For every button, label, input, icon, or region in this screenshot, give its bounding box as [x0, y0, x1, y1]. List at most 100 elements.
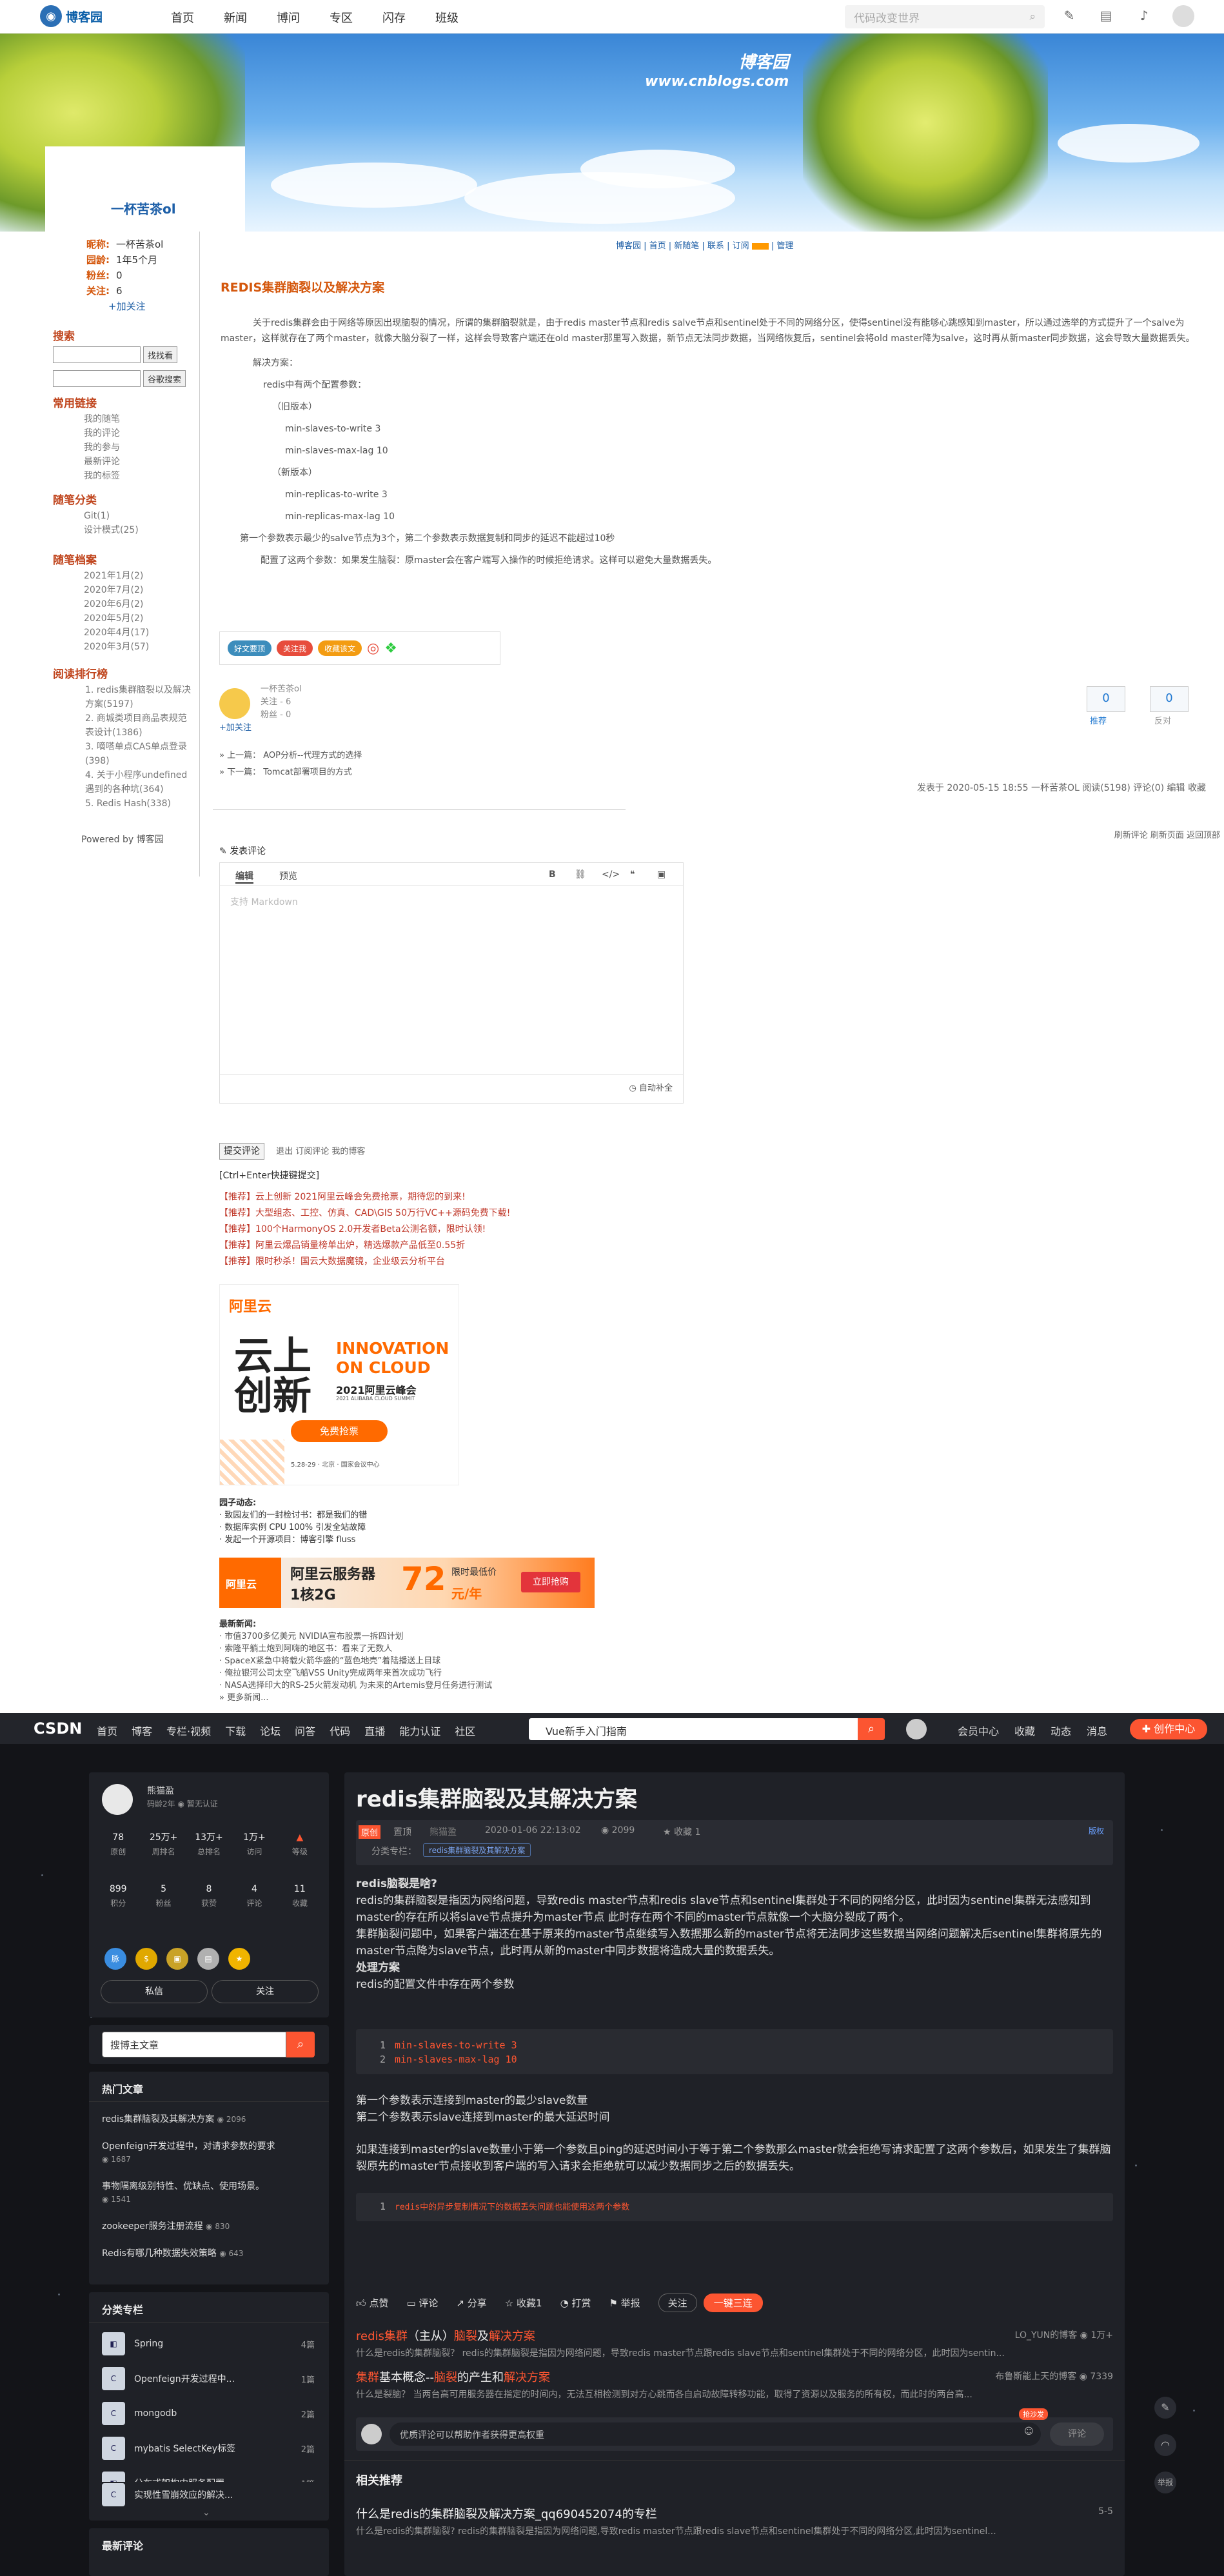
- category-item[interactable]: 设计模式(25): [84, 523, 139, 537]
- hot-article-item[interactable]: redis集群脑裂及其解决方案 ◉ 2096: [102, 2113, 315, 2126]
- like-button[interactable]: 👍︎ 点赞: [356, 2296, 388, 2310]
- edit-fab-icon[interactable]: ✎: [1154, 2397, 1176, 2419]
- csdn-logo[interactable]: CSDN: [34, 1719, 82, 1738]
- nav-ing[interactable]: 闪存: [382, 9, 406, 26]
- news-link[interactable]: · 索隆平躺土炮到阿嗨的地区书：看来了无数人: [219, 1643, 492, 1655]
- follow-link[interactable]: +加关注: [108, 299, 146, 314]
- hot-article-item[interactable]: Redis有哪几种数据失效策略 ◉ 643: [102, 2247, 315, 2260]
- favorites-link[interactable]: 收藏: [1014, 1723, 1035, 1738]
- copyright-link[interactable]: 版权: [1089, 1825, 1104, 1836]
- badge-icon[interactable]: 脉: [104, 1948, 126, 1970]
- column-item[interactable]: Cmongodb 2篇: [102, 2402, 315, 2425]
- rank-item[interactable]: 表设计(1386): [85, 726, 191, 740]
- author-avatar[interactable]: [219, 688, 250, 719]
- ad-link[interactable]: 【推荐】限时秒杀！国云大数据魔镜，企业级云分析平台: [219, 1254, 510, 1270]
- top-links-text[interactable]: 博客园 | 首页 | 新随笔 | 联系 | 订阅: [616, 241, 749, 251]
- author-name[interactable]: 熊猫盈: [147, 1784, 174, 1797]
- related-author[interactable]: LO_YUN的博客 ◉ 1万+: [1015, 2328, 1113, 2341]
- sidebar-search-input[interactable]: [53, 346, 141, 363]
- prev-post-link[interactable]: » 上一篇： AOP分析--代理方式的选择: [219, 748, 362, 764]
- badge-icon[interactable]: ★: [228, 1948, 250, 1970]
- link-latest-comments[interactable]: 最新评论: [84, 455, 120, 469]
- weibo-icon[interactable]: ◎: [367, 640, 379, 657]
- meta-fav[interactable]: ★ 收藏 1: [663, 1825, 700, 1838]
- csdn-search-icon[interactable]: ⌕: [858, 1718, 885, 1740]
- report-fab[interactable]: 举报: [1154, 2472, 1176, 2493]
- tab-edit[interactable]: 编辑: [235, 869, 253, 884]
- google-search-button[interactable]: 谷歌搜索: [143, 370, 186, 387]
- badge-icon[interactable]: $: [135, 1948, 157, 1970]
- archive-item[interactable]: 2020年4月(17): [84, 626, 149, 640]
- stat-fans[interactable]: 5 粉丝: [141, 1882, 186, 1910]
- stat-original[interactable]: 78 原创: [95, 1830, 141, 1859]
- author-fans[interactable]: 粉丝 - 0: [261, 709, 302, 722]
- nav-news[interactable]: 新闻: [224, 9, 247, 26]
- csdn-nav-code[interactable]: 代码: [330, 1723, 350, 1738]
- badge-icon[interactable]: ▤: [197, 1948, 219, 1970]
- csdn-nav-blog[interactable]: 博客: [132, 1723, 152, 1738]
- aliyun-server-ad[interactable]: 阿里云 阿里云服务器 1核2G 72 元/年 限时最低价 立即抢购: [219, 1558, 595, 1608]
- related-author[interactable]: 布鲁斯能上天的博客 ◉ 7339: [995, 2370, 1113, 2383]
- share-button[interactable]: ↗ 分享: [456, 2296, 486, 2310]
- author-name[interactable]: 一杯苦茶ol: [261, 683, 302, 696]
- collect-button[interactable]: ☆ 收藏1: [505, 2296, 542, 2310]
- badge-icon[interactable]: ▣: [166, 1948, 188, 1970]
- nav-zone[interactable]: 专区: [330, 9, 353, 26]
- xml-icon[interactable]: [751, 243, 769, 250]
- expand-columns-icon[interactable]: ⌄: [202, 2508, 210, 2518]
- bury-button[interactable]: 0: [1150, 686, 1189, 712]
- link-my-tags[interactable]: 我的标签: [84, 469, 120, 483]
- stat-week-rank[interactable]: 25万+ 周排名: [141, 1830, 186, 1859]
- rank-item[interactable]: 方案(5197): [85, 697, 191, 711]
- csdn-nav-download[interactable]: 下载: [225, 1723, 246, 1738]
- news-link[interactable]: · 俺拉银河公司太空飞船VSS Unity完成两年来首次成功飞行: [219, 1667, 492, 1679]
- blog-search-icon[interactable]: ⌕: [286, 2032, 315, 2057]
- nav-class[interactable]: 班级: [435, 9, 459, 26]
- recommend-item-title[interactable]: 什么是redis的集群脑裂及解决方案_qq690452074的专栏: [356, 2505, 1113, 2522]
- hot-article-item[interactable]: Openfeign开发过程中，对请求参数的要求 ◉ 1687: [102, 2140, 315, 2166]
- news-link[interactable]: · SpaceX紧急中将载火箭华盛的“蓝色地壳”着陆播送上目球: [219, 1655, 492, 1667]
- messages-link[interactable]: 消息: [1087, 1723, 1107, 1738]
- link-my-posts[interactable]: 我的随笔: [84, 412, 120, 426]
- more-news-link[interactable]: » 更多新闻...: [219, 1692, 492, 1704]
- link-my-participation[interactable]: 我的参与: [84, 441, 120, 455]
- rank-item[interactable]: 3. 嘀嗒单点CAS单点登录: [85, 740, 191, 754]
- nav-search-input[interactable]: 代码改变世界 ⌕: [845, 5, 1045, 28]
- digg-button[interactable]: 0: [1087, 686, 1125, 712]
- submit-links[interactable]: 退出 订阅评论 我的博客: [276, 1147, 365, 1156]
- comment-submit-button[interactable]: 评论: [1050, 2422, 1104, 2446]
- csdn-nav-home[interactable]: 首页: [97, 1723, 117, 1738]
- csdn-nav-community[interactable]: 社区: [455, 1723, 475, 1738]
- column-item[interactable]: ◧ Spring 4篇: [102, 2332, 315, 2355]
- hot-article-item[interactable]: zookeeper服务注册流程 ◉ 830: [102, 2220, 315, 2233]
- csdn-nav-column[interactable]: 专栏·视频: [166, 1723, 211, 1738]
- rank-item[interactable]: 遇到的各种坑(364): [85, 782, 191, 797]
- rank-item[interactable]: 2. 商城类项目商品表规范: [85, 711, 191, 726]
- edit-icon[interactable]: ✎: [1061, 8, 1078, 25]
- comment-input[interactable]: 优质评论可以帮助作者获得更高权重: [390, 2422, 1041, 2446]
- hot-article-item[interactable]: 事物隔离级别特性、优缺点、使用场景。 ◉ 1541: [102, 2180, 315, 2206]
- rank-item[interactable]: 4. 关于小程序undefined: [85, 768, 191, 782]
- comment-editor[interactable]: 编辑 预览 B ⛓ </> ❝ ▣ 支持 Markdown ◷ 自动补全: [219, 862, 684, 1104]
- search-icon[interactable]: ⌕: [1029, 10, 1036, 23]
- category-item[interactable]: Git(1): [84, 509, 139, 523]
- private-message-button[interactable]: 私信: [101, 1980, 208, 2003]
- column-item[interactable]: C 实现性雪崩效应的解决...: [102, 2483, 315, 2506]
- quote-icon[interactable]: ❝: [630, 869, 635, 880]
- csdn-nav-qa[interactable]: 问答: [295, 1723, 315, 1738]
- rank-item[interactable]: 1. redis集群脑裂以及解决: [85, 683, 191, 697]
- follow-me-button[interactable]: 关注我: [277, 640, 313, 656]
- meta-column-tag[interactable]: redis集群脑裂及其解决方案: [423, 1843, 531, 1857]
- wechat-icon[interactable]: ❖: [384, 640, 397, 657]
- blog-search-input[interactable]: 搜博主文章: [102, 2032, 286, 2057]
- archive-item[interactable]: 2020年5月(2): [84, 611, 149, 626]
- author-follows[interactable]: 关注 - 6: [261, 696, 302, 709]
- free-ticket-button[interactable]: 免费抢票: [291, 1420, 388, 1442]
- archive-item[interactable]: 2021年1月(2): [84, 569, 149, 583]
- recommend-button[interactable]: 好文要顶: [228, 640, 272, 656]
- toolbar-follow-button[interactable]: 关注: [658, 2293, 697, 2312]
- favorite-button[interactable]: 收藏该文: [318, 640, 362, 656]
- archive-item[interactable]: 2020年3月(57): [84, 640, 149, 654]
- update-link[interactable]: · 致园友们的一封检讨书：都是我们的错: [219, 1509, 367, 1521]
- follow-button[interactable]: 关注: [212, 1980, 319, 2003]
